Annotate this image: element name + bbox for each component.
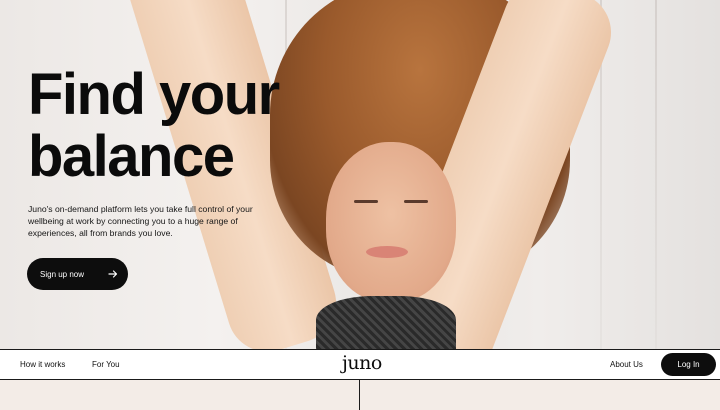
log-in-button[interactable]: Log In	[661, 353, 716, 376]
photo-eye	[354, 200, 378, 203]
nav-how-it-works[interactable]: How it works	[20, 350, 65, 379]
sign-up-button-label: Sign up now	[40, 269, 85, 279]
main-navbar: How it works For You juno About Us Log I…	[0, 349, 720, 380]
arrow-right-icon	[108, 270, 118, 278]
photo-lips	[366, 246, 408, 258]
sign-up-button[interactable]: Sign up now	[27, 258, 128, 290]
nav-about-us[interactable]: About Us	[610, 350, 643, 379]
photo-sweater	[316, 296, 456, 349]
hero-subtext: Juno's on-demand platform lets you take …	[28, 204, 253, 238]
photo-face	[326, 142, 456, 302]
below-fold-section	[0, 380, 720, 410]
hero-headline: Find your balance	[28, 62, 280, 189]
hero-section: Find your balance Juno's on-demand platf…	[0, 0, 720, 349]
nav-for-you[interactable]: For You	[92, 350, 120, 379]
photo-eye	[404, 200, 428, 203]
curtain-fold	[655, 0, 657, 349]
section-divider	[359, 380, 360, 410]
juno-logo[interactable]: juno	[342, 350, 382, 379]
